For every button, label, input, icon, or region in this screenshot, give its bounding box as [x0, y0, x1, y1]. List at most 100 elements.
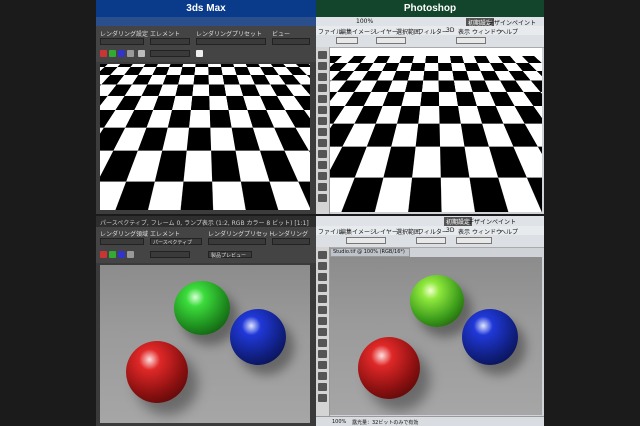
max-save-icon[interactable] [138, 50, 145, 57]
red-sphere [126, 341, 188, 403]
eyedropper-tool-icon[interactable] [318, 106, 327, 114]
max-alpha-icon[interactable] [127, 50, 134, 57]
marquee-tool-icon[interactable] [318, 62, 327, 70]
ps-option-field-b2[interactable] [416, 237, 446, 244]
ps-status-text: 露光量：32ビットのみで有効 [352, 420, 419, 426]
ps-workspace-design-bottom[interactable]: デザイン [468, 217, 492, 226]
color-patch-9 [417, 107, 433, 122]
color-patch-19 [152, 143, 167, 158]
max-label-element: エレメント [150, 31, 181, 38]
color-patch-6 [247, 88, 262, 103]
brush-tool-icon[interactable] [318, 117, 327, 125]
color-patch-17 [228, 125, 243, 140]
move-tool-icon-b[interactable] [318, 251, 327, 259]
color-patch-17 [456, 126, 473, 141]
max-view-value: パースペクティブ [153, 240, 193, 246]
pen-tool-icon[interactable] [318, 161, 327, 169]
max-view-dropdown[interactable] [272, 38, 310, 45]
max-alpha-icon-bottom[interactable] [127, 251, 134, 258]
header-photoshop: Photoshop [316, 0, 544, 17]
color-patch-6 [476, 88, 492, 103]
checker-floor-ps [330, 48, 542, 56]
wand-tool-icon-b[interactable] [318, 284, 327, 292]
color-patch-1 [152, 88, 167, 103]
ps-option-field-1[interactable] [336, 37, 358, 44]
max-area-dropdown[interactable] [100, 38, 144, 45]
hand-tool-icon-b[interactable] [318, 383, 327, 391]
wand-tool-icon[interactable] [318, 84, 327, 92]
max-channel-field[interactable] [150, 50, 190, 57]
color-checker-board [146, 82, 268, 164]
ps-option-field-b3[interactable] [456, 237, 492, 244]
eraser-tool-icon[interactable] [318, 139, 327, 147]
max-toolbar-bottom: レンダリング領域 エレメント レンダリングプリセット レンダリング パースペクテ… [96, 227, 316, 263]
color-patch-13 [152, 125, 167, 140]
max-setting-field-bottom[interactable]: 製品プレビュー [208, 251, 252, 259]
gradient-tool-icon-b[interactable] [318, 350, 327, 358]
type-tool-icon-b[interactable] [318, 372, 327, 380]
color-patch-4 [437, 88, 453, 103]
max-area-dropdown-bottom[interactable] [100, 238, 144, 245]
header-photoshop-label: Photoshop [403, 3, 457, 14]
zoom-tool-icon[interactable] [318, 194, 327, 202]
color-patch-10 [437, 107, 453, 122]
lasso-tool-icon[interactable] [318, 73, 327, 81]
ps-document-tab[interactable]: Studio.tif @ 100% (RGB/16*) [330, 248, 410, 257]
eraser-tool-icon-b[interactable] [318, 339, 327, 347]
color-patch-23 [456, 145, 473, 160]
color-patch-7 [378, 107, 394, 122]
ps-workspace-paint-bottom[interactable]: ペイント [492, 217, 516, 226]
max-label-area: レンダリング設定 [100, 31, 149, 38]
color-patch-16 [437, 126, 453, 141]
max-preset-dropdown[interactable] [196, 38, 266, 45]
ps-status-zoom[interactable]: 100% [332, 419, 346, 425]
color-checker-grid [152, 88, 262, 158]
color-patch-12 [247, 106, 262, 121]
ps-window-top: 100% 初期設定 デザイン ペイント ファイル 編集 イメージ レイヤー 選択… [316, 17, 544, 214]
ps-menu-3d-bottom[interactable]: 3D [446, 227, 454, 234]
max-channel-green-icon-bottom[interactable] [109, 251, 116, 258]
ps-options-bar-bottom [316, 235, 544, 248]
type-tool-icon[interactable] [318, 172, 327, 180]
max-channel-field-bottom[interactable] [150, 251, 190, 258]
ps-menu-3d-top[interactable]: 3D [446, 27, 454, 34]
ps-option-field-b1[interactable] [346, 237, 386, 244]
marquee-tool-icon-b[interactable] [318, 262, 327, 270]
ps-menubar-top: ファイル 編集 イメージ レイヤー 選択範囲 フィルター 3D 表示 ウィンドウ… [316, 26, 544, 36]
pen-tool-icon-b[interactable] [318, 361, 327, 369]
lasso-tool-icon-b[interactable] [318, 273, 327, 281]
max-element-dropdown[interactable] [150, 38, 190, 45]
color-patch-15 [190, 125, 205, 140]
ps-option-field-2[interactable] [376, 37, 406, 44]
max-view-dropdown-bottom[interactable]: パースペクティブ [150, 238, 202, 246]
max-channel-blue-icon-bottom[interactable] [118, 251, 125, 258]
stamp-tool-icon-b[interactable] [318, 328, 327, 336]
crop-tool-icon-b[interactable] [318, 295, 327, 303]
color-patch-24 [247, 143, 262, 158]
max-preset-dropdown-bottom[interactable] [208, 238, 266, 245]
gradient-tool-icon[interactable] [318, 150, 327, 158]
max-channel-red-icon[interactable] [100, 50, 107, 57]
ps-menubar-bottom: ファイル 編集 イメージ レイヤー 選択範囲 フィルター 3D 表示 ウィンドウ… [316, 226, 544, 236]
move-tool-icon[interactable] [318, 51, 327, 59]
max-render-dropdown-bottom[interactable] [272, 238, 310, 245]
max-channel-red-icon-bottom[interactable] [100, 251, 107, 258]
stamp-tool-icon[interactable] [318, 128, 327, 136]
ps-option-field-3[interactable] [456, 37, 486, 44]
max-channel-blue-icon[interactable] [118, 50, 125, 57]
blue-sphere-ps [462, 309, 518, 365]
max-channel-green-icon[interactable] [109, 50, 116, 57]
zoom-tool-icon-b[interactable] [318, 394, 327, 402]
crop-tool-icon[interactable] [318, 95, 327, 103]
color-patch-18 [476, 126, 492, 141]
header-3dsmax-label: 3ds Max [186, 3, 226, 14]
ps-zoom-top[interactable]: 100% [356, 18, 373, 25]
color-patch-22 [437, 145, 453, 160]
brush-tool-icon-b[interactable] [318, 317, 327, 325]
eyedropper-tool-icon-b[interactable] [318, 306, 327, 314]
max-render-window-bottom: パースペクティブ, フレーム 0, ランプ表示 (1:2, RGB カラー 8 … [96, 216, 316, 426]
green-sphere [174, 281, 230, 335]
hand-tool-icon[interactable] [318, 183, 327, 191]
color-checker-board-ps [372, 82, 498, 166]
ps-status-bar: 100% 露光量：32ビットのみで有効 [316, 416, 544, 426]
